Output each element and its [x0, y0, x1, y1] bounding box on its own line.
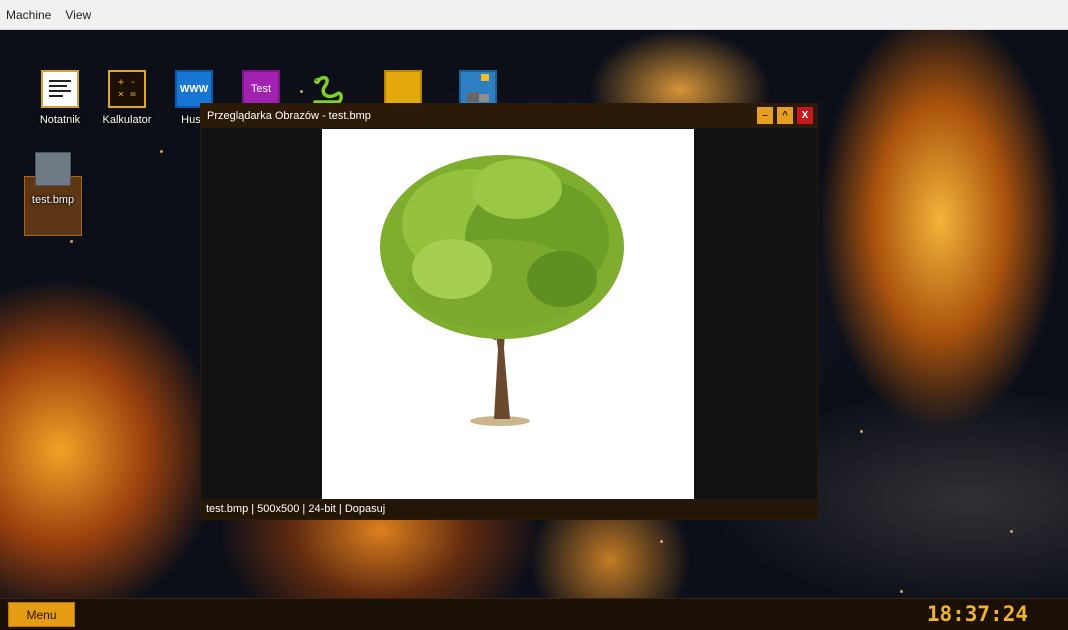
- menu-view[interactable]: View: [65, 8, 91, 22]
- window-statusbar: test.bmp | 500x500 | 24-bit | Dopasuj: [201, 499, 817, 519]
- desktop-icon-label: Notatnik: [39, 114, 81, 126]
- menu-machine[interactable]: Machine: [6, 8, 51, 22]
- taskbar: Menu 18:37:24: [0, 598, 1068, 630]
- tree-image: [380, 155, 624, 426]
- host-menubar: Machine View: [0, 0, 1068, 30]
- calculator-glyph-bottom: × =: [117, 89, 137, 100]
- bmp-file-icon: [35, 152, 71, 186]
- window-titlebar[interactable]: Przeglądarka Obrazów - test.bmp – ^ X: [201, 104, 817, 128]
- desktop-icon-kalkulator[interactable]: + - × = Kalkulator: [95, 70, 159, 126]
- desktop-icon-label: test.bmp: [31, 194, 75, 206]
- status-text: test.bmp | 500x500 | 24-bit | Dopasuj: [206, 503, 386, 515]
- displayed-image: [322, 129, 694, 500]
- minimize-button[interactable]: –: [757, 107, 773, 124]
- start-menu-button[interactable]: Menu: [8, 602, 75, 627]
- close-button[interactable]: X: [797, 107, 813, 124]
- taskbar-clock: 18:37:24: [926, 602, 1028, 626]
- maximize-button[interactable]: ^: [777, 107, 793, 124]
- desktop-icon-label: Kalkulator: [102, 114, 152, 126]
- bmp-file-icon-wrap: [34, 150, 72, 188]
- window-title: Przeglądarka Obrazów - test.bmp: [207, 110, 371, 122]
- calculator-glyph-top: + -: [117, 77, 137, 88]
- desktop-icon-notatnik[interactable]: Notatnik: [28, 70, 92, 126]
- notepad-icon: [41, 70, 79, 108]
- calculator-icon: + - × =: [108, 70, 146, 108]
- image-canvas[interactable]: [201, 128, 817, 501]
- desktop-icon-test-bmp[interactable]: test.bmp: [21, 150, 85, 206]
- image-viewer-window: Przeglądarka Obrazów - test.bmp – ^ X te: [200, 103, 818, 520]
